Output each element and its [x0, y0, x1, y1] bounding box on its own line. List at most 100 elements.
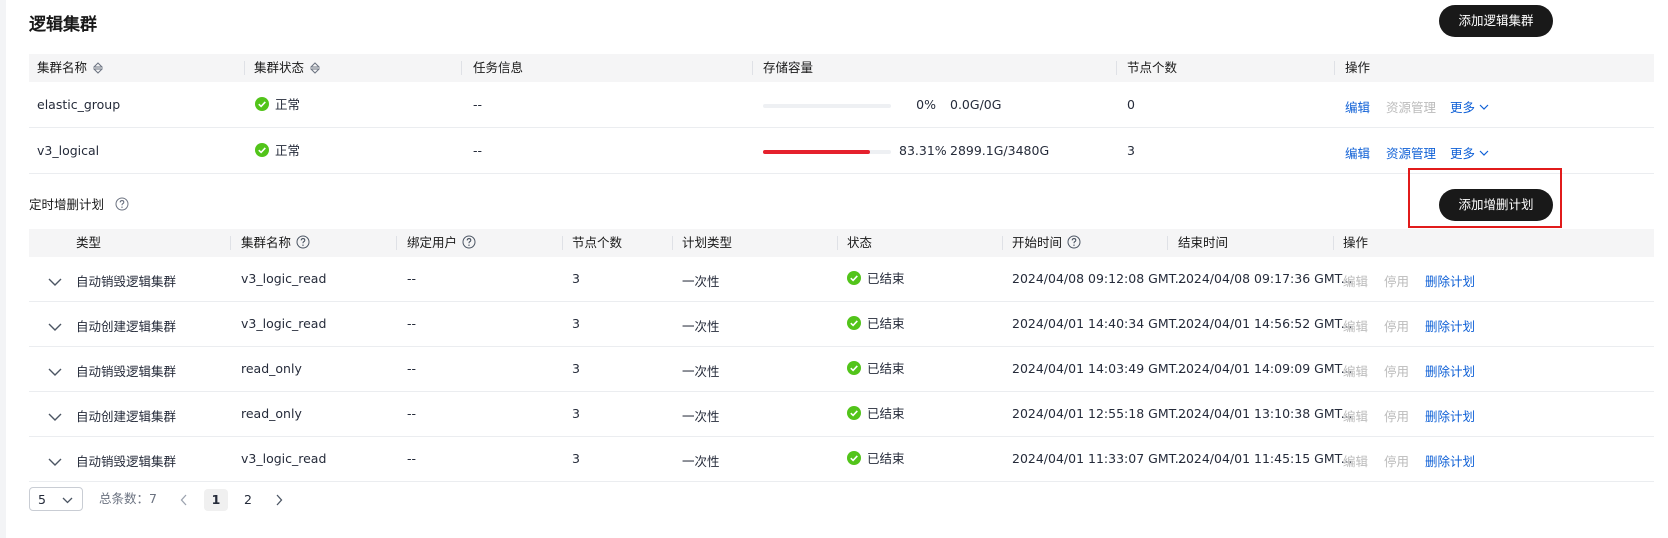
node-count: 3	[572, 451, 580, 466]
edit-link[interactable]: 编辑	[1343, 406, 1368, 425]
help-icon[interactable]	[296, 235, 310, 249]
cluster-status: 正常	[255, 94, 300, 113]
resource-management-link[interactable]: 资源管理	[1386, 143, 1436, 162]
end-time: 2024/04/08 09:17:36 GMT...	[1178, 271, 1353, 286]
sort-icon[interactable]	[310, 62, 321, 74]
chevron-down-icon	[1479, 104, 1489, 110]
col-actions: 操作	[1345, 60, 1371, 75]
delete-plan-link[interactable]: 删除计划	[1425, 361, 1475, 380]
storage-progress-bar	[763, 104, 891, 108]
bound-user: --	[407, 361, 417, 376]
bound-user: --	[407, 406, 417, 421]
schedule-status: 已结束	[847, 268, 905, 287]
edit-link[interactable]: 编辑	[1343, 271, 1368, 290]
bound-user: --	[407, 451, 417, 466]
schedule-row: 自动创建逻辑集群 read_only -- 3 一次性 已结束 2024/04/01 12:…	[29, 392, 1654, 437]
header-separator	[461, 61, 462, 75]
storage-capacity: 2899.1G/3480G	[950, 143, 1050, 158]
header-separator	[1334, 61, 1335, 75]
plan-type-name: 自动销毁逻辑集群	[76, 364, 177, 379]
expand-icon[interactable]	[48, 458, 62, 466]
chevron-down-icon	[62, 497, 73, 504]
header-separator	[396, 236, 397, 250]
header-separator	[1002, 236, 1003, 250]
more-dropdown[interactable]: 更多	[1450, 97, 1489, 116]
col-start-time: 开始时间	[1012, 229, 1081, 257]
expand-icon[interactable]	[48, 278, 62, 286]
plan-type-name: 自动创建逻辑集群	[76, 409, 177, 424]
schedule-table: 类型 集群名称 绑定用户 节点个数 计划类型 状态 开始时间 结束时间 操作 自…	[29, 229, 1654, 482]
storage-progress-bar	[763, 150, 891, 154]
page-size-select[interactable]: 5	[29, 487, 83, 511]
add-schedule-button[interactable]: 添加增删计划	[1439, 189, 1553, 221]
expand-icon[interactable]	[48, 368, 62, 376]
resource-management-link[interactable]: 资源管理	[1386, 97, 1436, 116]
plan-type-name: 自动销毁逻辑集群	[76, 274, 177, 289]
header-separator	[562, 236, 563, 250]
task-info: --	[473, 143, 483, 158]
col-status: 状态	[847, 235, 873, 250]
chevron-left-icon[interactable]	[180, 494, 188, 506]
storage-progress-fill	[763, 150, 870, 154]
col-cluster-name: 集群名称	[241, 229, 310, 257]
help-icon[interactable]	[115, 197, 129, 211]
end-time: 2024/04/01 11:45:15 GMT...	[1178, 451, 1353, 466]
expand-icon[interactable]	[48, 413, 62, 421]
total-count: 总条数：7	[99, 491, 157, 506]
disable-link[interactable]: 停用	[1384, 361, 1409, 380]
col-node-count: 节点个数	[1127, 60, 1178, 75]
delete-plan-link[interactable]: 删除计划	[1425, 271, 1475, 290]
cluster-table-header: 集群名称 集群状态 任务信息 存储容量 节点个数 操作	[29, 54, 1654, 82]
col-actions: 操作	[1343, 235, 1369, 250]
help-icon[interactable]	[1067, 235, 1081, 249]
header-separator	[752, 61, 753, 75]
delete-plan-link[interactable]: 删除计划	[1425, 406, 1475, 425]
chevron-right-icon[interactable]	[275, 494, 283, 506]
schedule-status: 已结束	[847, 448, 905, 467]
bound-user: --	[407, 316, 417, 331]
edit-link[interactable]: 编辑	[1345, 143, 1370, 162]
start-time: 2024/04/01 14:40:34 GMT...	[1012, 316, 1187, 331]
ok-icon	[255, 143, 269, 157]
schedule-status: 已结束	[847, 358, 905, 377]
cluster-name: read_only	[241, 361, 302, 376]
schedule-table-header: 类型 集群名称 绑定用户 节点个数 计划类型 状态 开始时间 结束时间 操作	[29, 229, 1654, 257]
disable-link[interactable]: 停用	[1384, 316, 1409, 335]
header-separator	[1116, 61, 1117, 75]
page-1[interactable]: 1	[204, 489, 228, 511]
cluster-name: elastic_group	[37, 97, 121, 112]
schedule-row: 自动销毁逻辑集群 v3_logic_read -- 3 一次性 已结束 2024/04/08…	[29, 257, 1654, 302]
disable-link[interactable]: 停用	[1384, 271, 1409, 290]
disable-link[interactable]: 停用	[1384, 451, 1409, 470]
plan-type: 一次性	[682, 364, 720, 379]
col-plan-type: 计划类型	[682, 235, 733, 250]
col-type: 类型	[76, 235, 102, 250]
edit-link[interactable]: 编辑	[1343, 451, 1368, 470]
col-cluster-name[interactable]: 集群名称	[37, 54, 104, 82]
sort-icon[interactable]	[93, 62, 104, 74]
edit-link[interactable]: 编辑	[1345, 97, 1370, 116]
help-icon[interactable]	[462, 235, 476, 249]
cluster-table: 集群名称 集群状态 任务信息 存储容量 节点个数 操作 elastic_grou…	[29, 54, 1654, 174]
page-2[interactable]: 2	[244, 489, 252, 511]
cluster-name: v3_logic_read	[241, 271, 327, 286]
edit-link[interactable]: 编辑	[1343, 316, 1368, 335]
delete-plan-link[interactable]: 删除计划	[1425, 316, 1475, 335]
ok-icon	[847, 316, 861, 330]
col-cluster-status[interactable]: 集群状态	[254, 54, 321, 82]
add-logical-cluster-button[interactable]: 添加逻辑集群	[1439, 5, 1553, 37]
end-time: 2024/04/01 14:09:09 GMT...	[1178, 361, 1353, 376]
edit-link[interactable]: 编辑	[1343, 361, 1368, 380]
schedule-row: 自动创建逻辑集群 v3_logic_read -- 3 一次性 已结束 2024/04/01…	[29, 302, 1654, 347]
node-count: 3	[572, 361, 580, 376]
plan-type: 一次性	[682, 274, 720, 289]
col-node-count: 节点个数	[572, 235, 623, 250]
ok-icon	[847, 271, 861, 285]
disable-link[interactable]: 停用	[1384, 406, 1409, 425]
start-time: 2024/04/01 11:33:07 GMT...	[1012, 451, 1187, 466]
delete-plan-link[interactable]: 删除计划	[1425, 451, 1475, 470]
more-dropdown[interactable]: 更多	[1450, 143, 1489, 162]
schedule-section-label: 定时增删计划	[29, 194, 129, 213]
expand-icon[interactable]	[48, 323, 62, 331]
schedule-status: 已结束	[847, 403, 905, 422]
